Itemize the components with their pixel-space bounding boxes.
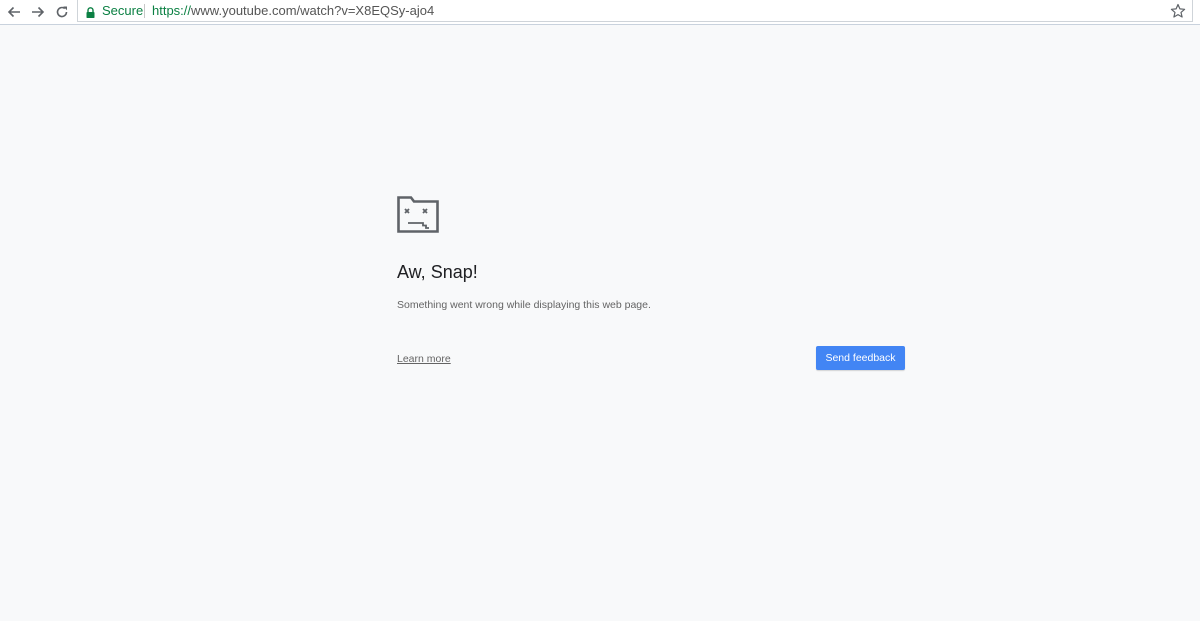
url-text[interactable]: https://www.youtube.com/watch?v=X8EQSy-a… (152, 3, 434, 19)
send-feedback-button[interactable]: Send feedback (816, 346, 905, 370)
error-title: Aw, Snap! (397, 262, 478, 282)
url-path: www.youtube.com/watch?v=X8EQSy-ajo4 (191, 3, 435, 18)
star-icon (1170, 3, 1186, 18)
back-button[interactable] (4, 2, 24, 22)
browser-toolbar: Secure https://www.youtube.com/watch?v=X… (0, 0, 1200, 25)
learn-more-link[interactable]: Learn more (397, 353, 451, 365)
error-message: Something went wrong while displaying th… (397, 299, 651, 311)
reload-button[interactable] (52, 2, 72, 22)
forward-arrow-icon (32, 6, 45, 18)
bookmark-star-button[interactable] (1170, 3, 1186, 19)
url-scheme: https:// (152, 3, 192, 18)
url-divider (144, 4, 145, 18)
lock-icon (86, 5, 95, 21)
forward-button[interactable] (28, 2, 48, 22)
reload-icon (56, 6, 68, 18)
security-label: Secure (102, 3, 144, 18)
sad-tab-icon (397, 196, 439, 233)
address-bar[interactable]: Secure https://www.youtube.com/watch?v=X… (77, 0, 1193, 22)
back-arrow-icon (7, 6, 20, 18)
